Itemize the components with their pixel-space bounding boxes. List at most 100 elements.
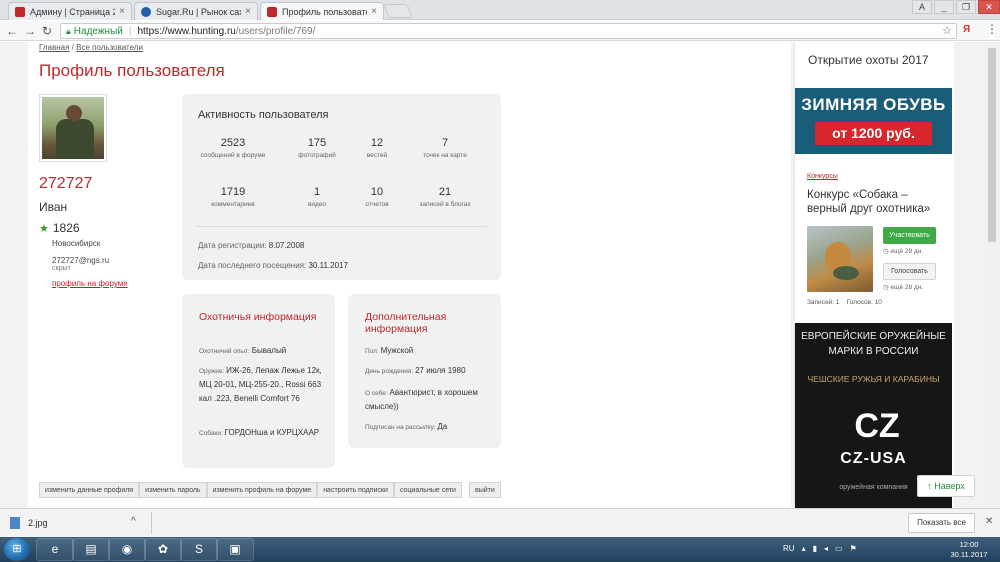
field-label: Пол: [365, 348, 379, 355]
contest-photo[interactable] [807, 226, 873, 292]
hunting-weapons: Оружие: ИЖ-26, Лепаж Лежье 12к, МЦ 20-01… [199, 364, 327, 406]
last-label: Дата последнего посещения: [198, 261, 307, 270]
tab-title: Sugar.Ru | Рынок сахара [156, 6, 241, 17]
rating-value: 1826 [52, 221, 80, 235]
field-label: День рождения: [365, 368, 414, 375]
address-bar[interactable]: 🔒︎ Надежный | https://www.hunting.ru /us… [60, 23, 957, 39]
logout-button[interactable]: выйти [469, 482, 501, 498]
chevron-up-icon[interactable]: ^ [131, 516, 136, 527]
stat-comments[interactable]: 1719 комментариев [194, 186, 272, 208]
skype-icon[interactable]: S [180, 538, 218, 561]
clock[interactable]: 12:00 30.11.2017 [947, 540, 991, 560]
menu-dots-icon[interactable]: ⋮ [986, 22, 998, 36]
scroll-top-button[interactable]: ↑ Наверх [917, 475, 975, 497]
field-label: Оружие: [199, 368, 225, 375]
explorer-icon[interactable]: ▤ [72, 538, 110, 561]
hunting-favicon-icon [267, 6, 277, 17]
close-icon[interactable]: ✕ [985, 516, 993, 527]
download-item[interactable]: 2.jpg [10, 517, 48, 529]
contest-category-link[interactable]: Конкурсы [807, 173, 838, 180]
field-label: Подписан на рассылку: [365, 424, 436, 431]
battery-icon[interactable]: ▭ [835, 544, 843, 553]
stat-news[interactable]: 12 вестей [338, 137, 416, 159]
tab-sugar[interactable]: Sugar.Ru | Рынок сахара × [134, 2, 258, 20]
icq-icon[interactable]: ✿ [144, 538, 182, 561]
edit-forum-profile-button[interactable]: изменить профиль на форуме [206, 482, 318, 498]
secure-label: Надежный [73, 25, 123, 37]
avatar[interactable] [39, 94, 107, 162]
field-sex: Пол: Мужской [365, 344, 493, 358]
download-filename: 2.jpg [28, 518, 48, 528]
show-all-button[interactable]: Показать все [908, 513, 975, 533]
winter-shoes-banner[interactable]: ЗИМНЯЯ ОБУВЬ от 1200 руб. [795, 88, 952, 154]
bookmark-star-icon[interactable]: ☆ [942, 24, 952, 37]
field-label: Собаки: [199, 430, 223, 437]
social-networks-button[interactable]: социальные сети [393, 482, 462, 498]
stat-map-points[interactable]: 7 точек на карте [406, 137, 484, 159]
stat-blog-posts[interactable]: 21 записей в блогах [406, 186, 484, 208]
close-window-icon[interactable]: ✕ [978, 0, 1000, 14]
breadcrumb-users[interactable]: Все пользователи [76, 43, 143, 52]
network-icon[interactable]: ▮ [813, 544, 817, 553]
monitor-icon[interactable]: ▣ [216, 538, 254, 561]
forward-arrow-icon[interactable]: → [24, 24, 36, 38]
participate-button[interactable]: Участвовать [883, 227, 936, 244]
change-password-button[interactable]: изменить пароль [139, 482, 207, 498]
flag-icon[interactable]: ⚑ [850, 544, 857, 553]
hunting-info-panel: Охотничья информация Охотничий опыт: Быв… [182, 294, 335, 468]
subscriptions-button[interactable]: настроить подписки [317, 482, 394, 498]
start-button-icon[interactable]: ⊞ [4, 538, 30, 561]
volume-icon[interactable]: ◂ [824, 544, 828, 553]
cz-banner-subline: ЧЕШСКИЕ РУЖЬЯ И КАРАБИНЫ [807, 374, 940, 384]
sidebar-header[interactable]: Открытие охоты 2017 [808, 53, 929, 67]
scrollbar-thumb[interactable] [988, 48, 996, 242]
extra-info-panel: Дополнительная информация Пол: Мужской Д… [348, 294, 501, 448]
tab-title: Админу | Страница 214 [30, 6, 116, 17]
user-rating: ★ 1826 [39, 221, 80, 235]
contest-title[interactable]: Конкурс «Собака – верный друг охотника» [807, 188, 947, 216]
contest-stats: Записей: 1 Голосов: 10 [807, 299, 882, 306]
ie-icon[interactable]: e [36, 538, 74, 561]
tab-profile[interactable]: Профиль пользователя × [260, 2, 384, 20]
profile-icon[interactable]: A [912, 0, 932, 14]
image-file-icon [10, 517, 20, 529]
forum-profile-link[interactable]: профиль на форуме [52, 279, 128, 288]
avatar-figure [56, 119, 94, 159]
breadcrumb-home[interactable]: Главная [39, 43, 69, 52]
divider [151, 512, 152, 534]
close-icon[interactable]: × [371, 6, 377, 17]
last-value: 30.11.2017 [308, 261, 348, 270]
banner-price: от 1200 руб. [815, 122, 932, 145]
field-value: 27 июля 1980 [415, 366, 466, 375]
divider [196, 226, 487, 227]
scrollbar[interactable] [986, 42, 998, 508]
field-value: Да [437, 422, 448, 431]
cz-usa-brand: CZ-USA [840, 450, 907, 467]
yandex-icon[interactable]: Я [963, 24, 970, 35]
stat-value: 7 [441, 137, 449, 149]
extra-info-title: Дополнительная информация [365, 311, 447, 335]
stat-reports[interactable]: 10 отчетов [338, 186, 416, 208]
language-indicator[interactable]: RU [783, 544, 795, 553]
vote-button[interactable]: Голосовать [883, 263, 936, 280]
hunting-experience: Охотничий опыт: Бывалый [199, 344, 327, 358]
chrome-icon[interactable]: ◉ [108, 538, 146, 561]
reload-icon[interactable]: ↻ [42, 24, 52, 38]
days-left-text: ещё 28 дн. [890, 248, 924, 255]
field-about: О себе: Авантюрист, в хорошем смысле)) [365, 386, 493, 414]
edit-profile-button[interactable]: изменить данные профиля [39, 482, 140, 498]
minimize-icon[interactable]: _ [934, 0, 954, 14]
screen: Админу | Страница 214 × Sugar.Ru | Рынок… [0, 0, 1000, 562]
field-value: Бывалый [251, 346, 287, 355]
restore-icon[interactable]: ❐ [956, 0, 976, 14]
close-icon[interactable]: × [119, 6, 125, 17]
contest-card: Конкурсы Конкурс «Собака – верный друг о… [795, 162, 952, 308]
tab-admin[interactable]: Админу | Страница 214 × [8, 2, 132, 20]
stat-forum-posts[interactable]: 2523 сообщений в форуме [194, 137, 272, 159]
tray-arrow-icon[interactable]: ▴ [802, 544, 806, 553]
close-icon[interactable]: × [245, 6, 251, 17]
back-arrow-icon[interactable]: ← [6, 24, 18, 38]
duck-figure [833, 266, 859, 280]
sugar-favicon-icon [141, 6, 151, 17]
new-tab-button[interactable] [383, 4, 413, 18]
